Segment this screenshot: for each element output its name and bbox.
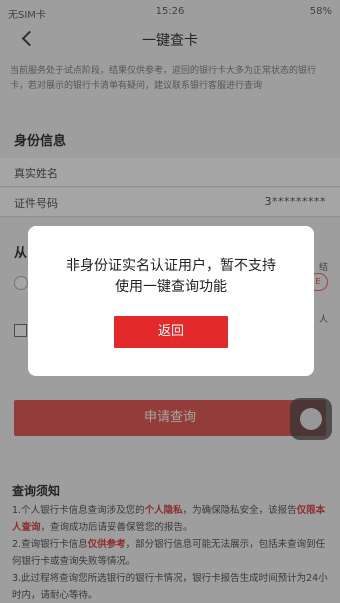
- return-button[interactable]: 返回: [114, 316, 228, 348]
- alert-dialog: 非身份证实名认证用户，暂不支持 使用一键查询功能 返回: [28, 226, 314, 376]
- dialog-message-line-2: 使用一键查询功能: [115, 279, 227, 295]
- dialog-message-line-1: 非身份证实名认证用户，暂不支持: [66, 258, 276, 274]
- dialog-message: 非身份证实名认证用户，暂不支持 使用一键查询功能: [28, 256, 314, 298]
